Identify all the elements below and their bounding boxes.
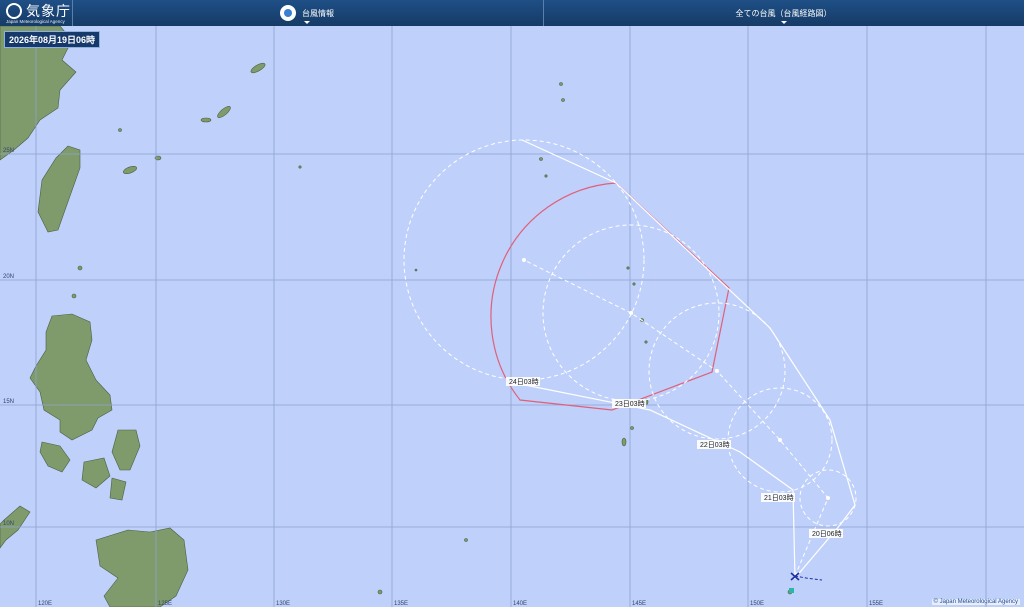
lon-label: 155E <box>869 601 883 607</box>
forecast-label: 23日03時 <box>615 400 645 408</box>
lat-label: 25N <box>3 148 14 154</box>
typhoon-number-marker <box>789 588 794 593</box>
timestamp: 2026年08月19日06時 <box>4 31 101 48</box>
nav-all-typhoons[interactable]: 全ての台風（台風経路図） <box>543 0 1024 26</box>
lon-label: 125E <box>158 601 172 607</box>
island <box>118 128 122 132</box>
island <box>559 82 563 86</box>
island <box>561 98 565 102</box>
island <box>377 589 383 595</box>
typhoon-icon <box>280 5 296 21</box>
lat-label: 15N <box>3 399 14 405</box>
chevron-down-icon <box>304 21 310 24</box>
sea <box>0 26 1024 607</box>
lon-label: 150E <box>750 601 764 607</box>
island <box>632 282 636 286</box>
island <box>626 266 630 270</box>
island <box>644 340 648 344</box>
island <box>621 437 627 447</box>
forecast-label: 20日06時 <box>812 530 842 538</box>
chevron-down-icon <box>780 21 787 24</box>
lon-label: 140E <box>513 601 527 607</box>
island <box>298 165 302 169</box>
lon-label: 135E <box>394 601 408 607</box>
lon-label: 145E <box>632 601 646 607</box>
credit: © Japan Meteorological Agency <box>931 599 1020 605</box>
nav-typhoon-info-label: 台風情報 <box>302 8 334 18</box>
forecast-label: 21日03時 <box>764 494 794 502</box>
logo-text-en: Japan Meteorological Agency <box>6 19 65 24</box>
island <box>464 538 468 542</box>
lon-label: 130E <box>276 601 290 607</box>
forecast-label: 24日03時 <box>509 378 539 386</box>
lat-label: 10N <box>3 521 14 527</box>
nav-all-typhoons-label: 全ての台風（台風経路図） <box>735 8 832 18</box>
top-bar: 気象庁 Japan Meteorological Agency 台風情報 全ての… <box>0 0 1024 26</box>
logo-text-ja: 気象庁 <box>26 3 71 19</box>
island <box>539 157 543 161</box>
island <box>200 117 212 123</box>
typhoon-map[interactable]: 120E 125E 130E 135E 140E 145E 150E 155E … <box>0 26 1024 607</box>
jma-logo-icon <box>6 3 22 19</box>
lon-label: 120E <box>38 601 52 607</box>
island <box>630 426 634 430</box>
island <box>544 174 548 178</box>
island <box>77 265 83 271</box>
island <box>414 268 418 272</box>
forecast-label: 22日03時 <box>700 441 730 449</box>
island <box>71 293 77 299</box>
land-mindanao <box>95 527 189 607</box>
nav-typhoon-info[interactable]: 台風情報 <box>72 0 542 26</box>
lat-label: 20N <box>3 274 14 280</box>
